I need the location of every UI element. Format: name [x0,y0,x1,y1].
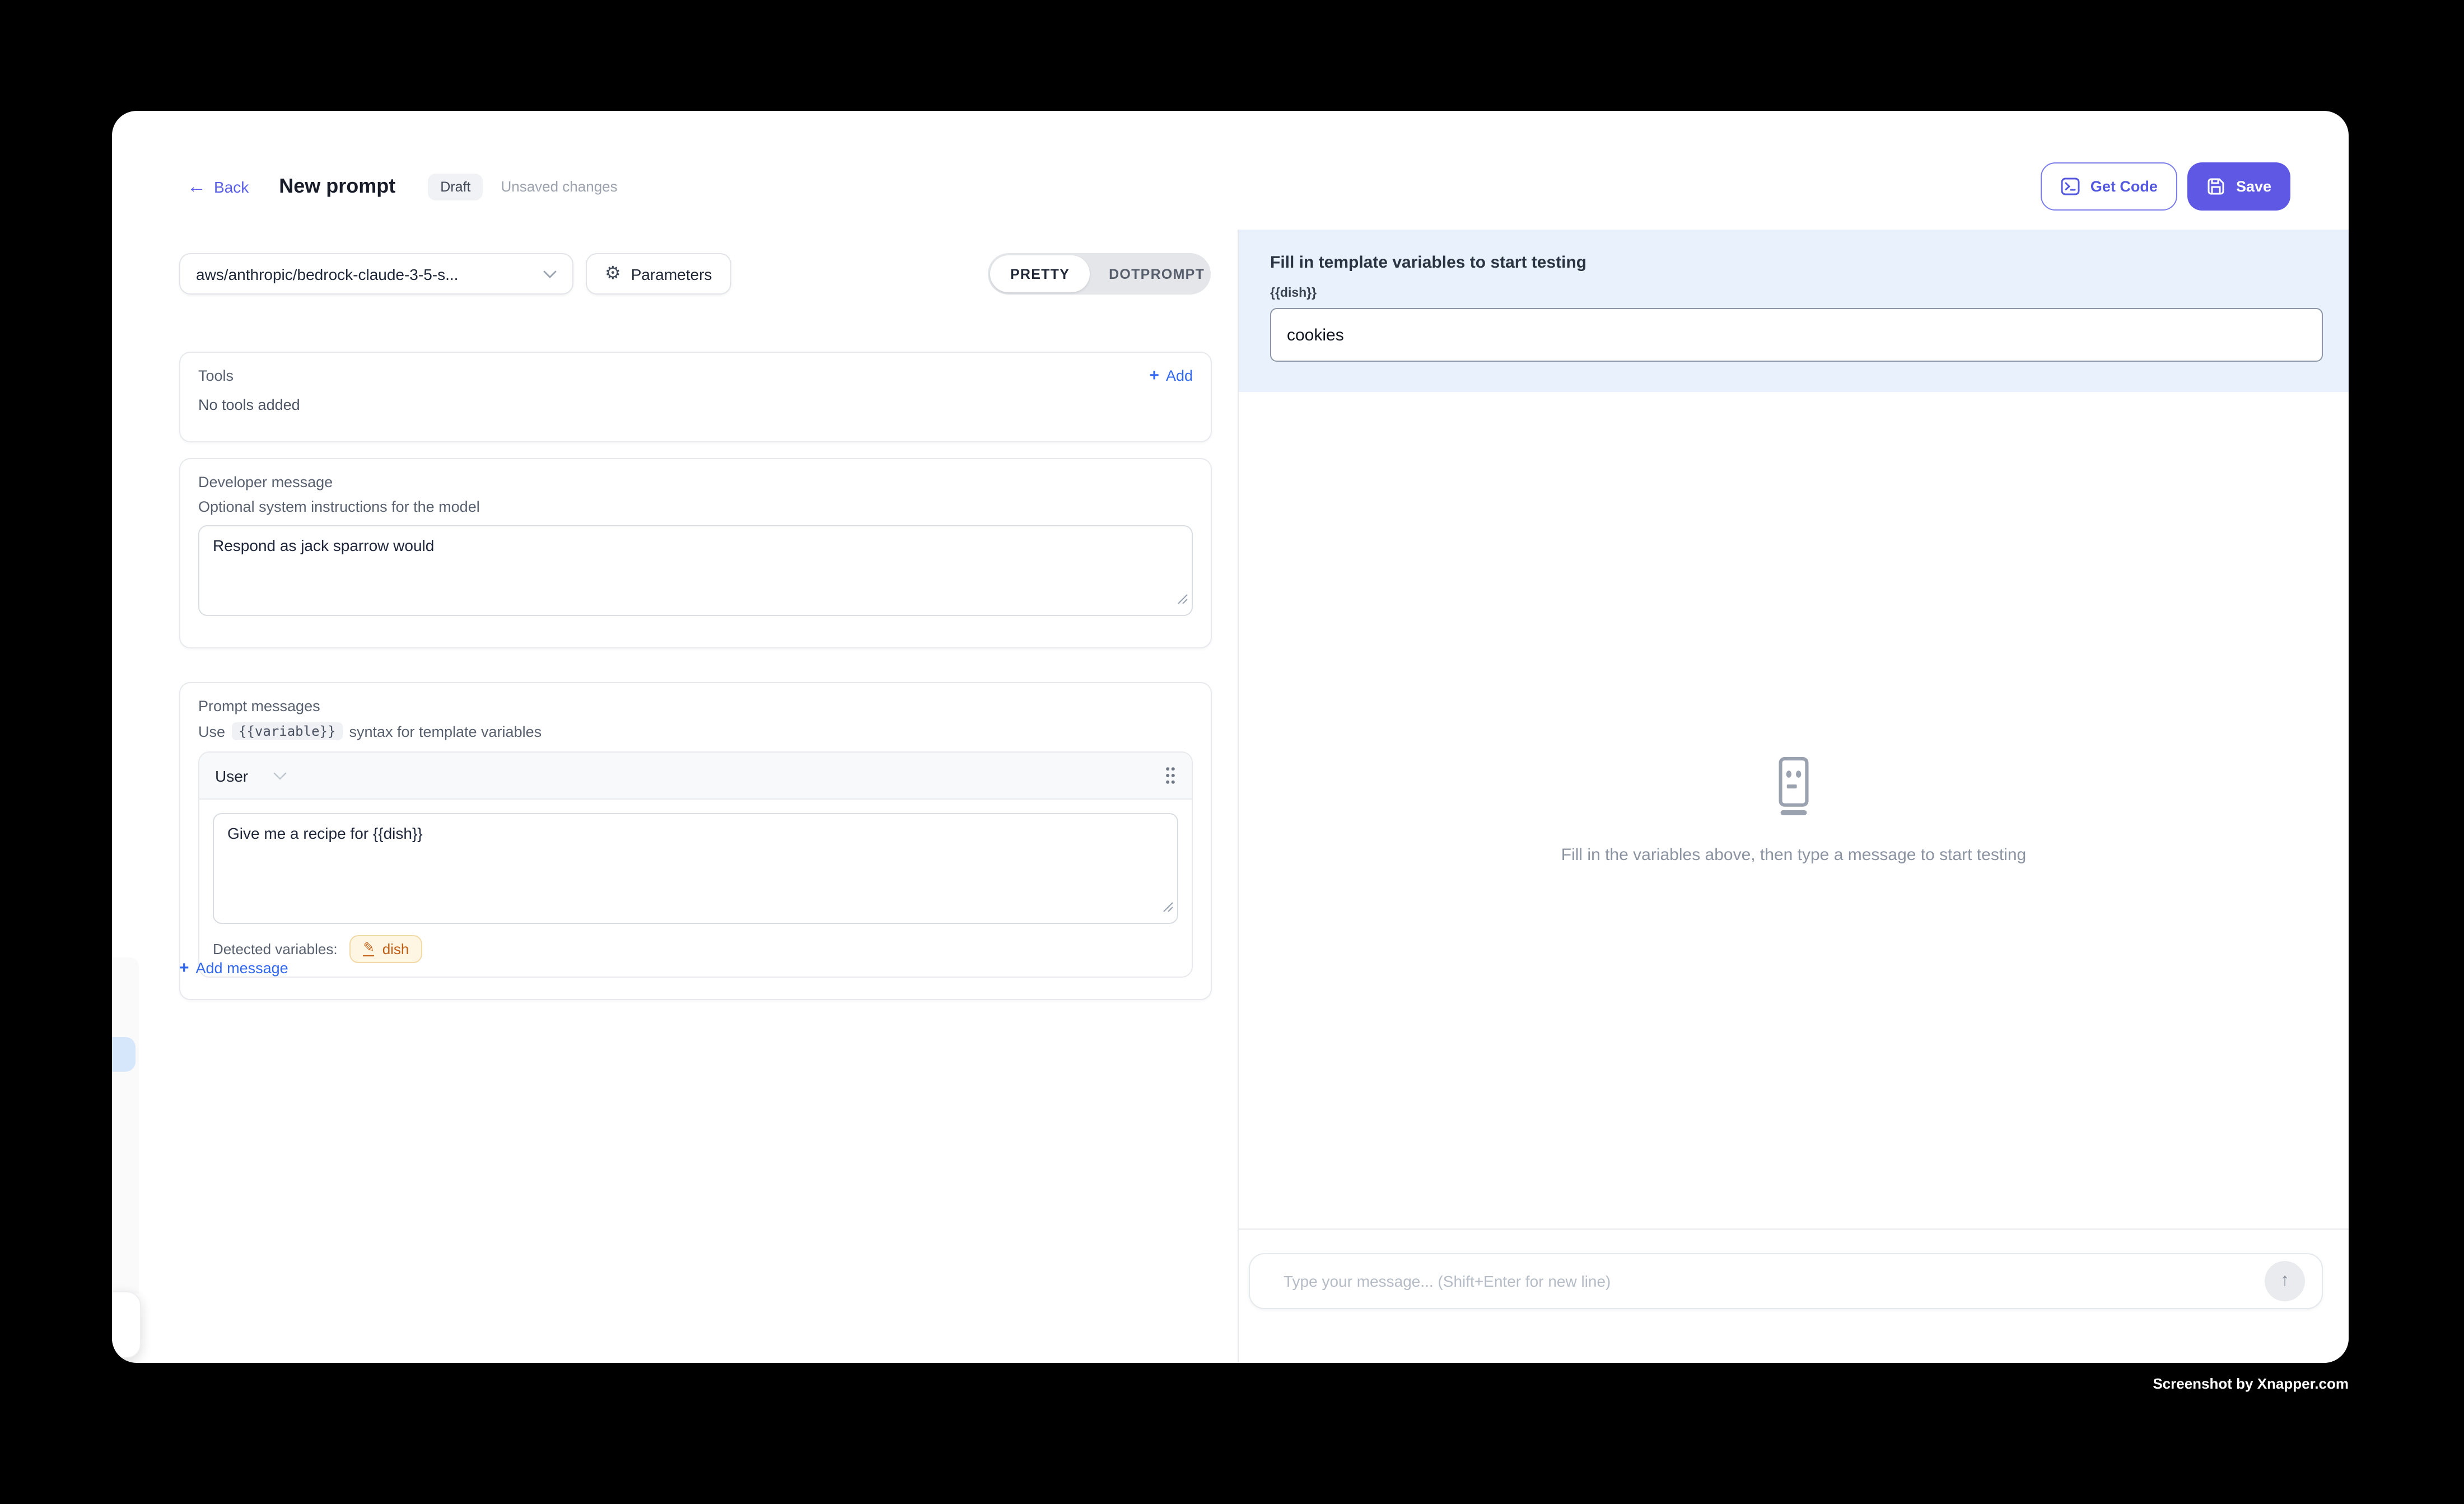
tools-header-row: Tools + Add [198,367,1193,384]
chevron-down-icon [273,771,286,780]
syntax-suffix: syntax for template variables [349,723,542,740]
topbar-actions: Get Code Save [2041,162,2290,211]
role-select[interactable]: User [215,767,286,784]
back-arrow-icon: ← [187,177,206,196]
model-select-value: aws/anthropic/bedrock-claude-3-5-s... [196,265,458,283]
prompt-messages-title: Prompt messages [198,698,1193,714]
parameters-button[interactable]: ⚙ Parameters [586,253,731,295]
edit-pencil-icon: ✎ [363,942,375,956]
developer-message-subtitle: Optional system instructions for the mod… [198,498,1193,515]
plus-icon: + [1149,367,1159,384]
detected-variables-row: Detected variables: ✎ dish [199,924,1192,977]
resize-grip-icon[interactable] [1163,898,1174,918]
get-code-button[interactable]: Get Code [2041,162,2178,211]
prompt-messages-card: Prompt messages Use {{variable}} syntax … [179,682,1212,1000]
add-message-button[interactable]: + Add message [179,960,288,977]
tools-card: Tools + Add No tools added [179,352,1212,442]
toggle-option-dotprompt[interactable]: DOTPROMPT [1090,266,1224,282]
left-edge-highlight [112,1037,136,1072]
variable-chip-dish[interactable]: ✎ dish [350,935,423,963]
topbar-left: ← Back New prompt Draft Unsaved changes [187,173,618,200]
save-floppy-icon [2207,177,2226,196]
app-window: ← Back New prompt Draft Unsaved changes [112,111,2349,1363]
get-code-label: Get Code [2090,178,2158,195]
save-label: Save [2236,178,2271,195]
drag-handle-icon[interactable] [1165,766,1176,785]
back-label: Back [214,178,249,195]
message-input[interactable]: Give me a recipe for {{dish}} [213,813,1178,924]
add-tool-button[interactable]: + Add [1149,367,1193,384]
chat-empty-text: Fill in the variables above, then type a… [1561,845,2026,864]
developer-message-input[interactable]: Respond as jack sparrow would [198,525,1193,616]
model-row: aws/anthropic/bedrock-claude-3-5-s... ⚙ … [179,253,731,295]
developer-message-card: Developer message Optional system instru… [179,458,1212,648]
detected-variables-label: Detected variables: [213,941,338,957]
save-button[interactable]: Save [2188,162,2290,211]
variable-syntax-chip: {{variable}} [232,722,342,740]
add-tool-label: Add [1166,367,1193,384]
tools-title: Tools [198,367,234,384]
chat-message-input[interactable] [1250,1254,2265,1308]
role-select-value: User [215,767,248,784]
toggle-option-pretty[interactable]: PRETTY [990,255,1090,292]
variable-name-label: {{dish}} [1270,287,2323,300]
syntax-hint: Use {{variable}} syntax for template var… [198,722,1193,740]
resize-grip-icon[interactable] [1177,590,1188,610]
topbar: ← Back New prompt Draft Unsaved changes [187,162,2290,211]
developer-message-title: Developer message [198,474,1193,491]
tester-title: Fill in template variables to start test… [1270,253,2323,272]
message-block: User [198,751,1193,978]
chat-input-bar: ↑ [1239,1229,2349,1363]
left-edge-popover [112,1291,141,1358]
status-badge: Draft [428,173,483,200]
syntax-prefix: Use [198,723,225,740]
plus-icon: + [179,960,189,977]
parameters-label: Parameters [631,265,712,283]
developer-message-field-wrap: Respond as jack sparrow would [198,525,1193,616]
chat-input-container: ↑ [1249,1253,2323,1309]
send-button[interactable]: ↑ [2265,1261,2305,1301]
gear-icon: ⚙ [605,265,621,283]
left-edge-strip [112,957,139,1293]
tools-empty-text: No tools added [198,396,1193,413]
terminal-icon [2061,177,2080,196]
page-title: New prompt [279,175,395,198]
send-arrow-icon: ↑ [2280,1271,2289,1291]
message-field-wrap: Give me a recipe for {{dish}} [213,813,1178,924]
robot-face-icon [1779,756,1809,815]
view-mode-toggle: PRETTY DOTPROMPT [988,253,1211,295]
template-variables-panel: Fill in template variables to start test… [1239,230,2349,392]
message-body: Give me a recipe for {{dish}} [199,800,1192,924]
back-button[interactable]: ← Back [187,177,249,196]
screenshot-canvas: ← Back New prompt Draft Unsaved changes [0,0,2464,1504]
watermark-text: Screenshot by Xnapper.com [2153,1375,2349,1392]
message-header: User [199,753,1192,800]
chevron-down-icon [543,269,557,278]
unsaved-changes-text: Unsaved changes [501,178,617,195]
variable-value-input[interactable] [1270,308,2323,362]
variable-chip-label: dish [382,941,409,957]
chat-empty-state: Fill in the variables above, then type a… [1239,392,2349,1229]
add-message-label: Add message [196,960,288,977]
model-select[interactable]: aws/anthropic/bedrock-claude-3-5-s... [179,253,573,295]
